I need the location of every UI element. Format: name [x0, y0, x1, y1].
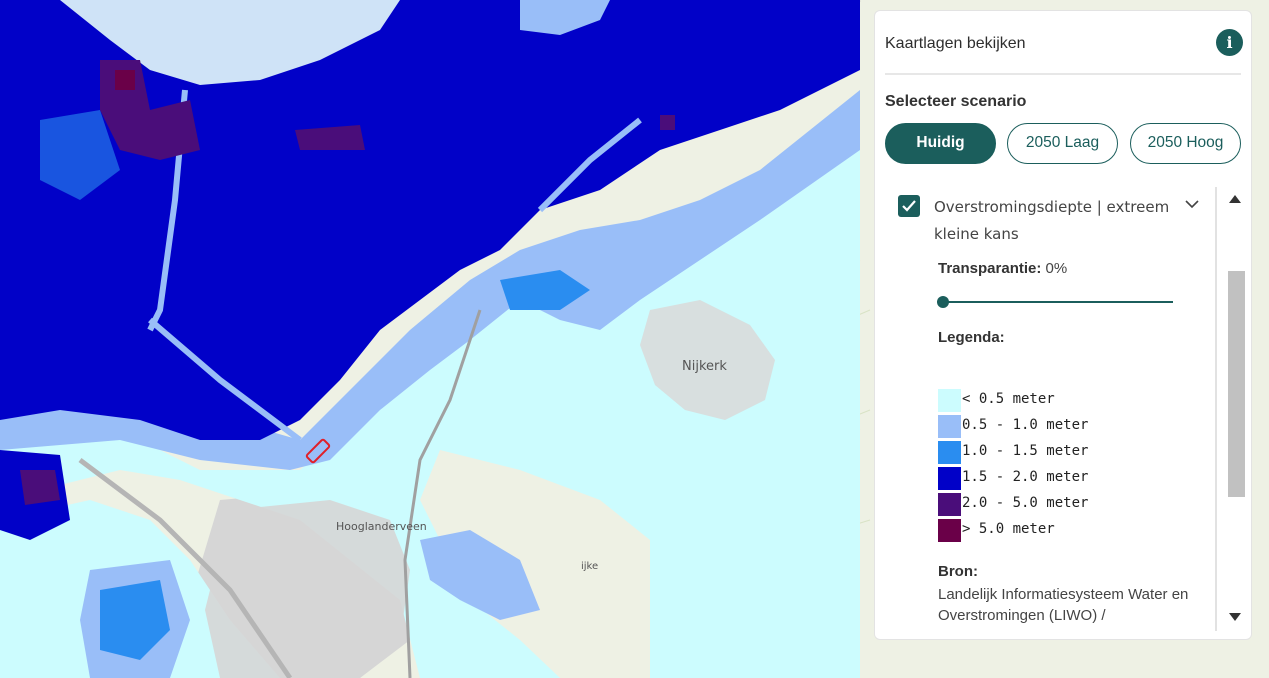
- map-label-ijke: ijke: [581, 561, 598, 572]
- transparency-label: Transparantie: 0%: [938, 260, 1067, 277]
- scroll-down-icon[interactable]: [1229, 613, 1241, 621]
- info-icon[interactable]: i: [1216, 29, 1243, 56]
- scenario-button-2050-hoog[interactable]: 2050 Hoog: [1130, 123, 1241, 164]
- layers-panel: Kaartlagen bekijken i Selecteer scenario…: [874, 10, 1252, 640]
- legend-swatch: [938, 441, 961, 464]
- panel-title: Kaartlagen bekijken: [885, 35, 1026, 52]
- flood-depth-2-0-5-0-d: [660, 115, 675, 130]
- check-icon: [902, 200, 916, 212]
- legend-label: 0.5 - 1.0 meter: [962, 417, 1089, 433]
- legend-label: < 0.5 meter: [962, 391, 1055, 407]
- layer-checkbox[interactable]: [898, 195, 920, 217]
- transparency-title: Transparantie:: [938, 260, 1042, 277]
- legend-swatch: [938, 415, 961, 438]
- layer-list: Overstromingsdiepte | extreem kleine kan…: [885, 187, 1245, 631]
- flood-depth-gt-5-0: [115, 70, 135, 90]
- map-label-hooglanderveen: Hooglanderveen: [336, 520, 427, 533]
- legend-label: > 5.0 meter: [962, 521, 1055, 537]
- source-text: Landelijk Informatiesysteem Water en Ove…: [938, 586, 1189, 624]
- transparency-slider[interactable]: [937, 296, 1173, 308]
- scroll-thumb[interactable]: [1228, 271, 1245, 497]
- scroll-divider: [1215, 187, 1217, 631]
- legend-swatch: [938, 467, 961, 490]
- legend-label: 1.5 - 2.0 meter: [962, 469, 1089, 485]
- scroll-up-icon[interactable]: [1229, 195, 1241, 203]
- chevron-down-icon[interactable]: [1185, 199, 1199, 209]
- legend-label: 1.0 - 1.5 meter: [962, 443, 1089, 459]
- map-label-nijkerk: Nijkerk: [682, 359, 727, 374]
- legend-swatch: [938, 389, 961, 412]
- layer-name: Overstromingsdiepte | extreem kleine kan…: [934, 198, 1170, 243]
- legend-label: 2.0 - 5.0 meter: [962, 495, 1089, 511]
- scenario-button-huidig[interactable]: Huidig: [885, 123, 996, 164]
- scenario-title: Selecteer scenario: [885, 93, 1027, 110]
- legend-title: Legenda:: [938, 329, 1005, 346]
- legend-swatch: [938, 493, 961, 516]
- source-title: Bron:: [938, 563, 978, 580]
- slider-knob[interactable]: [937, 296, 949, 308]
- transparency-value: 0%: [1045, 260, 1068, 277]
- scrollbar[interactable]: [1225, 187, 1245, 631]
- panel-header: Kaartlagen bekijken i: [885, 11, 1243, 75]
- legend-swatch: [938, 519, 961, 542]
- flood-depth-2-0-5-0-c: [20, 470, 60, 505]
- scenario-button-2050-laag[interactable]: 2050 Laag: [1007, 123, 1118, 164]
- slider-track: [943, 301, 1173, 303]
